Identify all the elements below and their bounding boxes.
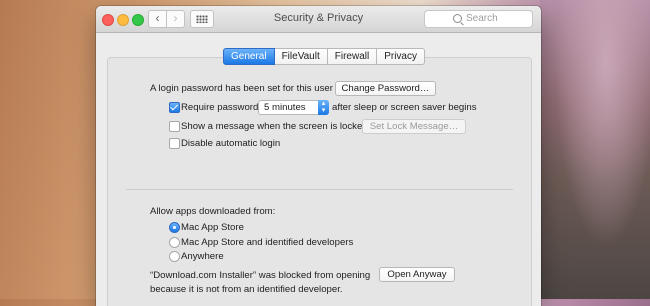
- title-bar: ‹ › Security & Privacy Search: [96, 6, 541, 33]
- search-input[interactable]: Search: [424, 10, 533, 28]
- search-placeholder: Search: [466, 13, 498, 24]
- desktop-wallpaper: [540, 0, 650, 299]
- blocked-message-line1: “Download.com Installer” was blocked fro…: [150, 270, 371, 281]
- radio-mac-app-store[interactable]: [169, 222, 180, 233]
- tab-privacy[interactable]: Privacy: [377, 48, 425, 65]
- delay-value: 5 minutes: [264, 102, 306, 113]
- login-password-text: A login password has been set for this u…: [150, 83, 333, 94]
- blocked-message-line2: because it is not from an identified dev…: [150, 284, 343, 295]
- search-icon: [453, 14, 462, 23]
- tab-filevault[interactable]: FileVault: [274, 48, 328, 65]
- disable-auto-login-label: Disable automatic login: [181, 138, 281, 149]
- show-lock-message-checkbox[interactable]: [169, 121, 180, 132]
- tab-firewall[interactable]: Firewall: [327, 48, 378, 65]
- general-panel: A login password has been set for this u…: [107, 57, 532, 306]
- require-password-label: Require password: [181, 102, 259, 113]
- disable-auto-login-checkbox[interactable]: [169, 138, 180, 149]
- tab-bar: General FileVault Firewall Privacy: [223, 48, 425, 65]
- tab-general[interactable]: General: [223, 48, 275, 65]
- change-password-button[interactable]: Change Password…: [335, 81, 436, 96]
- show-lock-message-label: Show a message when the screen is locked: [181, 121, 368, 132]
- radio-identified-developers[interactable]: [169, 237, 180, 248]
- radio-anywhere[interactable]: [169, 251, 180, 262]
- updown-arrows-icon: ▴ ▾: [318, 100, 329, 115]
- radio-anywhere-label: Anywhere: [181, 251, 224, 262]
- set-lock-message-button[interactable]: Set Lock Message…: [362, 119, 466, 134]
- require-password-suffix: after sleep or screen saver begins: [332, 102, 477, 113]
- allow-apps-heading: Allow apps downloaded from:: [150, 206, 276, 217]
- section-divider: [126, 189, 513, 190]
- radio-identified-developers-label: Mac App Store and identified developers: [181, 237, 354, 248]
- preferences-window: ‹ › Security & Privacy Search A login pa…: [96, 6, 541, 306]
- require-password-delay-select[interactable]: 5 minutes ▴ ▾: [258, 100, 329, 115]
- require-password-checkbox[interactable]: [169, 102, 180, 113]
- open-anyway-button[interactable]: Open Anyway: [379, 267, 455, 282]
- radio-mac-app-store-label: Mac App Store: [181, 222, 244, 233]
